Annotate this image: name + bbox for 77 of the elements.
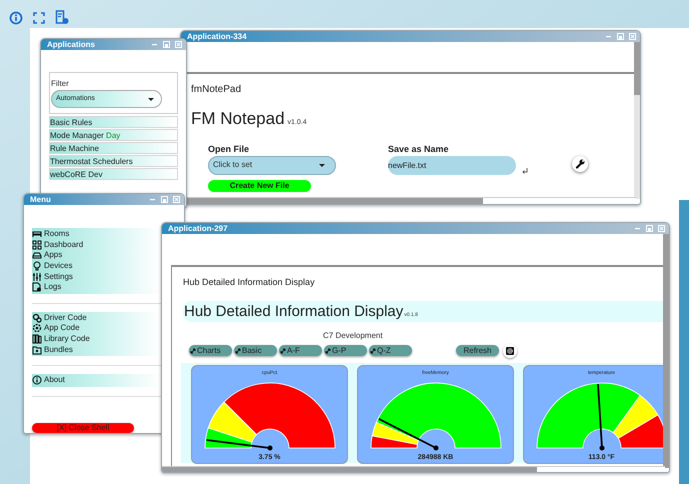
folder-icon: [32, 344, 42, 355]
window-title: Applications: [47, 39, 96, 50]
caret-icon: [148, 98, 154, 100]
menu-item[interactable]: Dashboard: [32, 240, 84, 250]
app-list-item[interactable]: Rule Machine: [49, 142, 178, 154]
books-icon: [32, 334, 42, 344]
fullscreen-icon[interactable]: [33, 12, 45, 24]
view-tab[interactable]: A-F: [279, 345, 322, 356]
enter-icon: [521, 166, 529, 174]
menu-item[interactable]: Library Code: [32, 334, 90, 344]
close-icon[interactable]: [658, 225, 665, 232]
expand-icon: [235, 348, 241, 354]
menu-item[interactable]: Devices: [32, 260, 72, 272]
refresh-button[interactable]: Refresh: [456, 345, 499, 356]
close-icon[interactable]: [175, 41, 182, 48]
view-tab[interactable]: Q-Z: [369, 345, 412, 356]
restore-icon[interactable]: [617, 33, 624, 40]
menu-item[interactable]: Bundles: [32, 344, 73, 355]
minimize-icon[interactable]: [634, 225, 641, 232]
filter-label: Filter: [51, 79, 70, 89]
document-icon: [32, 282, 42, 292]
app-list-item[interactable]: Basic Rules: [49, 116, 178, 128]
close-icon[interactable]: [173, 196, 180, 203]
bulb-icon: [32, 261, 42, 272]
expand-icon: [280, 348, 286, 354]
view-tab[interactable]: Charts: [189, 345, 232, 356]
app-heading: Hub Detailed Information Display: [184, 302, 404, 320]
restore-icon[interactable]: [163, 41, 170, 48]
app-name: Hub Detailed Information Display: [183, 276, 316, 289]
restore-icon[interactable]: [646, 225, 653, 232]
close-shell-button[interactable]: [X] Close Shell: [32, 422, 134, 433]
gear-icon: [32, 323, 42, 334]
close-icon[interactable]: [629, 33, 636, 40]
field-label: Save as Name: [388, 144, 450, 154]
grid-icon: [32, 240, 42, 250]
settings-icon[interactable]: [503, 344, 517, 358]
menu-item[interactable]: Apps: [32, 250, 62, 261]
minimize-icon[interactable]: [605, 33, 612, 40]
horizontal-scrollbar[interactable]: [187, 197, 636, 204]
horizontal-scrollbar[interactable]: [162, 466, 665, 472]
menu-item[interactable]: About: [32, 374, 65, 386]
menu-item[interactable]: App Code: [32, 323, 80, 334]
expand-icon: [370, 348, 376, 354]
expand-icon: [325, 348, 331, 354]
menu-item[interactable]: Rooms: [32, 229, 70, 240]
window-title: Application-334: [187, 31, 248, 42]
document-info-icon[interactable]: [55, 10, 69, 25]
app-list-item[interactable]: webCoRE Dev: [49, 168, 178, 180]
info-icon[interactable]: [9, 10, 23, 24]
window-title: Application-297: [168, 223, 229, 234]
vertical-scrollbar[interactable]: [663, 234, 669, 468]
app-list-item[interactable]: Thermostat Schedulers: [49, 155, 178, 167]
view-tab[interactable]: Basic: [234, 345, 277, 356]
wrench-icon[interactable]: [572, 156, 588, 172]
gears-icon: [32, 312, 42, 323]
hub-name: C7 Development: [323, 330, 384, 342]
create-file-button[interactable]: Create New File: [208, 180, 311, 192]
expand-icon: [190, 348, 196, 354]
minimize-icon[interactable]: [151, 41, 158, 48]
sliders-icon: [32, 272, 42, 282]
app-heading: FM Notepad: [191, 108, 285, 130]
view-tab[interactable]: G-P: [324, 345, 367, 356]
window-title: Menu: [30, 194, 52, 205]
filename-field[interactable]: newFile.txt: [388, 156, 516, 174]
app-list-item[interactable]: Mode Manager Day: [49, 129, 178, 141]
app-name: fmNotePad: [191, 83, 242, 97]
info-icon: [32, 375, 42, 386]
menu-item[interactable]: Settings: [32, 271, 73, 282]
field-label: Open File: [208, 144, 250, 154]
caret-icon: [319, 164, 325, 166]
bed-icon: [32, 229, 42, 240]
menu-item[interactable]: Logs: [32, 282, 62, 293]
file-dropdown[interactable]: Click to set: [208, 156, 336, 174]
restore-icon[interactable]: [161, 196, 168, 203]
vertical-scrollbar[interactable]: [634, 42, 640, 199]
menu-item[interactable]: Driver Code: [32, 312, 87, 324]
minimize-icon[interactable]: [149, 196, 156, 203]
